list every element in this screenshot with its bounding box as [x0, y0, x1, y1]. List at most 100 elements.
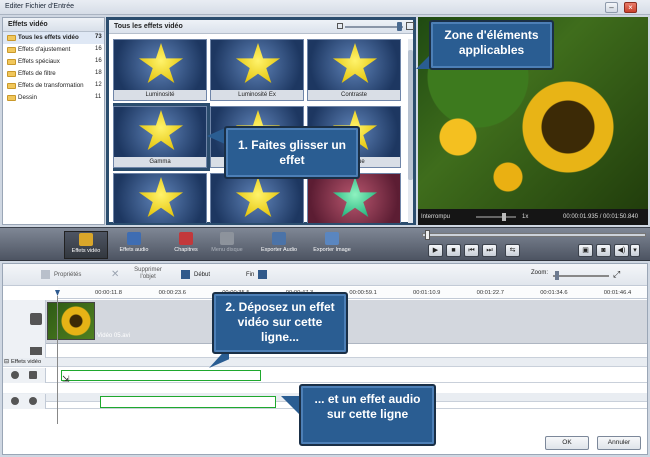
category-panel-header: Effets vidéo: [3, 18, 104, 32]
star-icon: [235, 43, 281, 84]
category-label: Effets d'ajustement: [18, 46, 71, 53]
category-label: Effets de filtre: [18, 70, 56, 77]
category-count: 18: [95, 70, 102, 76]
zoom-label: Zoom:: [531, 270, 549, 276]
effect-tile[interactable]: Gamma: [113, 103, 210, 171]
preview-status-bar: Interrompu 1x 00:00:01.935 / 00:01:50.84…: [418, 209, 648, 225]
seek-bar[interactable]: [422, 233, 646, 237]
callout-applicable-zone: Zone d'éléments applicables: [429, 20, 554, 70]
star-icon: [138, 43, 184, 84]
effects-scrollbar-thumb[interactable]: [408, 50, 413, 180]
star-icon: [138, 110, 184, 151]
effect-label: Contraste: [308, 90, 400, 100]
start-marker-icon: [181, 270, 190, 279]
folder-icon: [7, 71, 16, 77]
toolbar-button-label: Exporter Audio: [260, 247, 298, 253]
category-item[interactable]: Effets de transformation 12: [3, 80, 104, 92]
category-item[interactable]: Effets d'ajustement 16: [3, 44, 104, 56]
properties-icon: [41, 270, 50, 279]
title-bar: Editer Fichier d'Entrée – ×: [0, 0, 650, 15]
cancel-button[interactable]: Annuler: [597, 436, 641, 450]
category-list: Tous les effets vidéo 73 Effets d'ajusteme…: [3, 32, 104, 104]
playhead-line: [57, 296, 58, 424]
play-icon[interactable]: ▶: [428, 244, 443, 257]
callout-step1: 1. Faites glisser un effet: [224, 126, 360, 179]
toolbar-button[interactable]: Exporter Audio: [252, 231, 306, 259]
category-item[interactable]: Effets spéciaux 16: [3, 56, 104, 68]
star-icon: [332, 43, 378, 84]
end-marker-icon: [258, 270, 268, 279]
category-label: Dessin: [18, 94, 37, 101]
video-effect-drop-zone[interactable]: [61, 370, 261, 381]
end-button[interactable]: Fin: [246, 270, 271, 279]
zoom-slider[interactable]: [553, 275, 609, 277]
main-toolbar: Effets vidéo Effets audio Chapitres Menu di…: [0, 227, 650, 261]
camera-icon[interactable]: ◙: [596, 244, 611, 257]
eye-icon[interactable]: [11, 397, 19, 405]
audio-effect-drop-zone[interactable]: [100, 396, 276, 408]
prev-frame-icon[interactable]: ⏮: [464, 244, 479, 257]
effects-category-panel: Effets vidéo Tous les effets vidéo 73 Effe…: [2, 17, 105, 225]
effect-tile[interactable]: Contraste: [307, 39, 401, 101]
fit-timeline-icon[interactable]: ⤢: [613, 269, 620, 280]
volume-dropdown-icon[interactable]: ▾: [630, 244, 640, 257]
audio-fx-icon: [29, 397, 37, 405]
monitor-icon[interactable]: ▣: [578, 244, 593, 257]
export-image-icon: [325, 232, 339, 245]
effect-tile[interactable]: [210, 173, 304, 223]
small-thumbnail-icon[interactable]: [337, 23, 343, 29]
audio-track-header: [3, 344, 46, 358]
toolbar-button[interactable]: Effets vidéo: [64, 231, 108, 259]
end-label: Fin: [246, 272, 255, 279]
zoom-slider-handle[interactable]: [555, 271, 559, 280]
video-clip[interactable]: [47, 302, 95, 340]
disc-menu-icon: [220, 232, 234, 245]
thumbnail-size-slider[interactable]: [345, 26, 403, 28]
volume-icon[interactable]: ◀): [614, 244, 629, 257]
category-item[interactable]: Tous les effets vidéo 73: [3, 32, 104, 44]
stop-icon[interactable]: ■: [446, 244, 461, 257]
folder-icon: [7, 95, 16, 101]
folder-icon: [7, 47, 16, 53]
category-count: 16: [95, 58, 102, 64]
ruler-tick-label: 00:01:46.4: [603, 290, 632, 296]
toolbar-button[interactable]: Effets audio: [112, 231, 156, 259]
video-effects-icon: [79, 233, 93, 246]
thumbnail-slider-handle[interactable]: [397, 22, 402, 31]
effect-tile[interactable]: Luminosité: [113, 39, 207, 101]
ruler-tick-label: 00:00:59.1: [349, 290, 377, 296]
speed-slider-handle[interactable]: [502, 213, 506, 221]
next-frame-icon[interactable]: ⏭: [482, 244, 497, 257]
effects-panel: Tous les effets vidéo Luminosité Luminosi…: [106, 17, 416, 225]
toolbar-button[interactable]: Chapitres: [164, 231, 208, 259]
toolbar-button[interactable]: Exporter Image: [305, 231, 359, 259]
folder-icon: [7, 59, 16, 65]
ruler-tick-label: 00:01:10.9: [413, 290, 441, 296]
speed-slider[interactable]: [476, 216, 516, 218]
category-item[interactable]: Effets de filtre 18: [3, 68, 104, 80]
minimize-icon[interactable]: –: [605, 2, 618, 13]
ok-button[interactable]: OK: [545, 436, 589, 450]
category-count: 73: [95, 34, 102, 40]
video-track-header: [3, 300, 46, 344]
ruler-tick-label: 00:01:34.6: [540, 290, 568, 296]
star-icon: [235, 177, 281, 218]
category-item[interactable]: Dessin 11: [3, 92, 104, 104]
eye-icon[interactable]: [11, 371, 19, 379]
toolbar-button: Menu disque: [205, 231, 249, 259]
effect-tile[interactable]: [113, 173, 207, 223]
loop-icon[interactable]: ⇆: [505, 244, 520, 257]
category-count: 12: [95, 82, 102, 88]
export-audio-icon: [272, 232, 286, 245]
folder-icon: [7, 83, 16, 89]
effects-panel-header: Tous les effets vidéo: [109, 20, 414, 34]
effect-tile[interactable]: [307, 173, 401, 223]
seek-bar-handle[interactable]: [425, 230, 430, 240]
video-effects-section-header[interactable]: Effets vidéo: [3, 358, 647, 367]
effect-tile[interactable]: Luminosité Ex: [210, 39, 304, 101]
close-icon[interactable]: ×: [624, 2, 637, 13]
star-icon: [138, 177, 184, 218]
start-button[interactable]: Début: [181, 270, 210, 279]
large-thumbnail-icon[interactable]: [406, 22, 414, 30]
properties-button[interactable]: Propriétés: [41, 270, 81, 279]
